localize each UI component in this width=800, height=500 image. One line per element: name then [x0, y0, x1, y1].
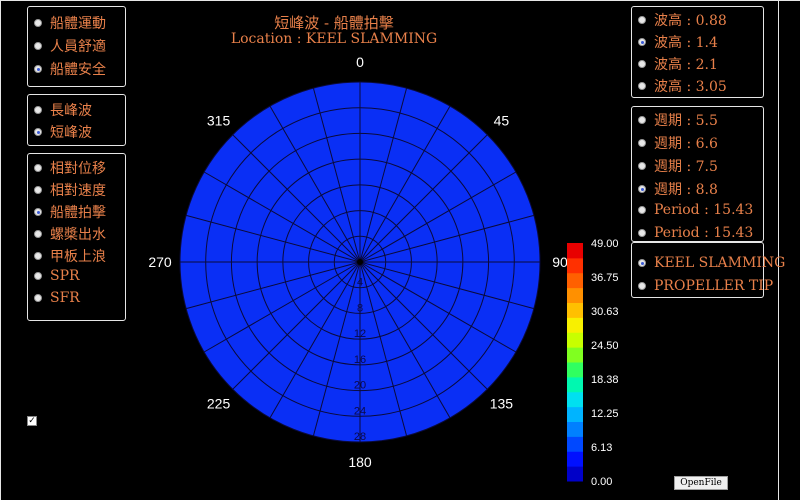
angle-label: 270 — [148, 254, 172, 270]
radial-label: 28 — [354, 431, 366, 443]
colorbar-tick-label: 18.38 — [591, 374, 619, 386]
colorbar-tick-label: 30.63 — [591, 306, 619, 318]
colorbar-segment — [567, 302, 583, 318]
radial-label: 4 — [357, 277, 363, 289]
colorbar-segment — [567, 332, 583, 348]
radial-label: 16 — [354, 354, 366, 366]
colorbar-tick-label: 12.25 — [591, 408, 619, 420]
colorbar-tick-label: 49.00 — [591, 238, 619, 250]
colorbar-tick-label: 36.75 — [591, 272, 619, 284]
colorbar-segment — [567, 272, 583, 289]
colorbar: 49.00 36.75 30.63 24.50 18.38 12.25 6.13 0.00 — [567, 238, 619, 488]
colorbar-segment — [567, 376, 583, 393]
colorbar-segment — [567, 406, 583, 422]
colorbar-segment — [567, 391, 583, 408]
angle-label: 225 — [207, 395, 231, 411]
colorbar-segment — [567, 317, 583, 333]
colorbar-segment — [567, 257, 583, 274]
radial-label: 8 — [357, 302, 363, 314]
colorbar-tick-label: 0.00 — [591, 476, 612, 488]
angle-label: 90 — [552, 254, 568, 270]
colorbar-segment — [567, 243, 583, 259]
radial-label: 12 — [354, 328, 366, 340]
colorbar-segment — [567, 466, 583, 482]
polar-center — [357, 259, 363, 265]
angle-label: 45 — [494, 113, 510, 129]
angle-label: 135 — [490, 395, 514, 411]
colorbar-tick-label: 6.13 — [591, 442, 612, 454]
colorbar-segment — [567, 362, 583, 378]
colorbar-segment — [567, 347, 583, 363]
angle-label: 0 — [356, 54, 364, 70]
colorbar-segment — [567, 421, 583, 437]
colorbar-segment — [567, 451, 583, 467]
colorbar-tick-label: 24.50 — [591, 340, 619, 352]
polar-chart: 0 45 90 135 180 225 270 315 4 8 12 16 20 24 28 49.00 3… — [148, 54, 619, 488]
radial-label: 24 — [354, 405, 366, 417]
colorbar-segment — [567, 287, 583, 303]
radial-label: 20 — [354, 380, 366, 392]
colorbar-segment — [567, 436, 583, 452]
angle-label: 315 — [207, 113, 231, 129]
angle-label: 180 — [348, 454, 372, 470]
